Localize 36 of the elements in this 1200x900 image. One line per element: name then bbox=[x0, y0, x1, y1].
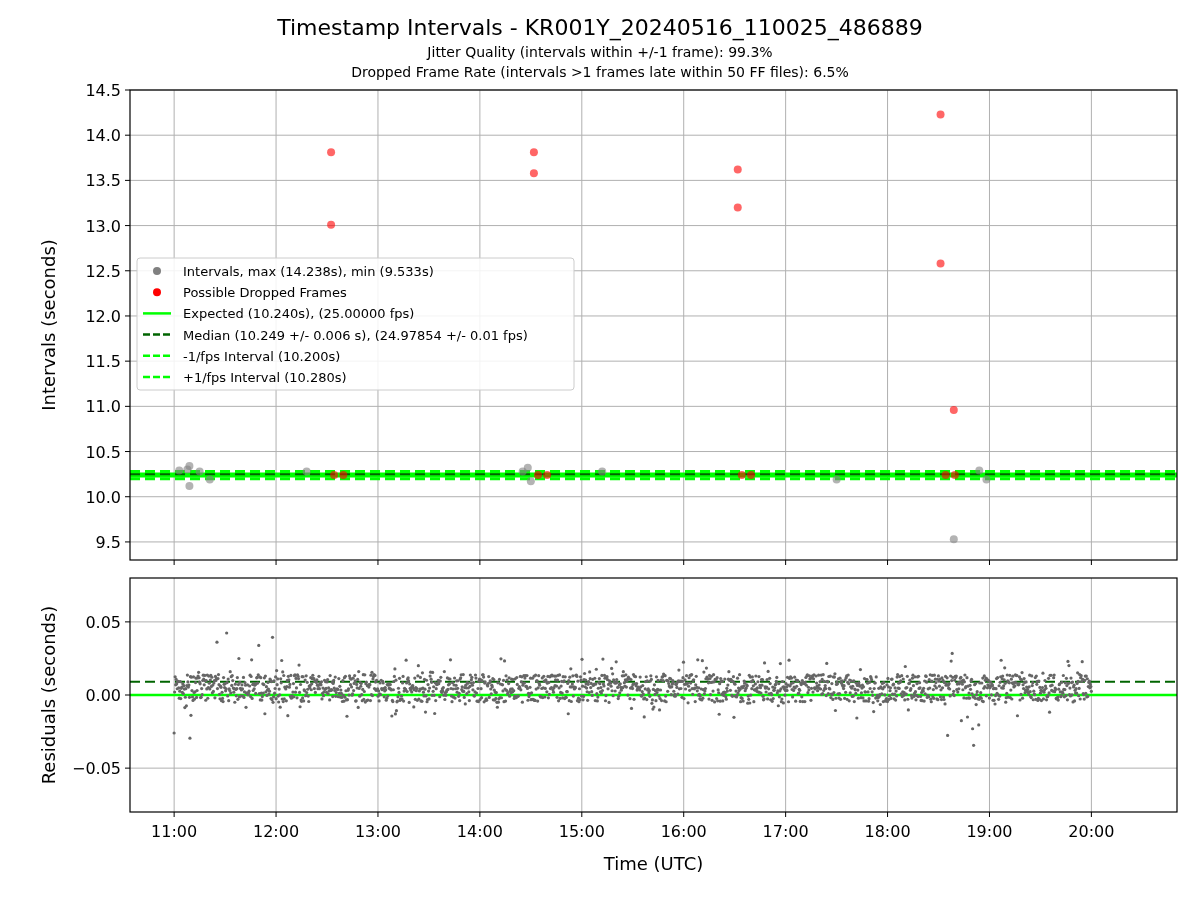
y-tick-label: 11.5 bbox=[85, 352, 121, 372]
x-tick-label: 13:00 bbox=[354, 822, 401, 841]
y-tick-label: 10.5 bbox=[85, 442, 121, 462]
y-tick-label: 11.0 bbox=[85, 397, 121, 417]
legend-label: Intervals, max (14.238s), min (9.533s) bbox=[183, 264, 434, 279]
legend-label: Possible Dropped Frames bbox=[183, 285, 347, 301]
x-tick-label: 11:00 bbox=[151, 822, 198, 841]
y-tick-label: 10.0 bbox=[85, 487, 121, 507]
figure-subtitle: Jitter Quality (intervals within +/-1 frame): 99.3% bbox=[427, 43, 773, 62]
figure-title: Timestamp Intervals - KR001Y_20240516_110025_486889 bbox=[277, 14, 923, 42]
x-tick-label: 16:00 bbox=[660, 822, 707, 841]
y-tick-label: 13.5 bbox=[85, 171, 121, 191]
y-tick-label: 0.05 bbox=[85, 612, 121, 632]
y-tick-label: 14.5 bbox=[85, 81, 121, 100]
x-tick-label: 20:00 bbox=[1068, 822, 1115, 841]
legend-label: -1/fps Interval (10.200s) bbox=[183, 348, 341, 364]
legend-label: Expected (10.240s), (25.00000 fps) bbox=[183, 306, 415, 322]
x-tick-label: 15:00 bbox=[558, 822, 605, 841]
x-tick-label: 17:00 bbox=[762, 822, 809, 841]
y-tick-label: −0.05 bbox=[71, 759, 121, 779]
figure-subtitle: Dropped Frame Rate (intervals >1 frames late within 50 FF files): 6.5% bbox=[351, 63, 849, 82]
x-tick-label: 12:00 bbox=[253, 822, 300, 841]
x-axis-label: Time (UTC) bbox=[603, 853, 704, 874]
y-tick-label: 12.0 bbox=[85, 306, 121, 326]
x-tick-label: 14:00 bbox=[456, 822, 503, 841]
y-tick-label: 0.00 bbox=[85, 686, 121, 705]
y-tick-label: 13.0 bbox=[85, 216, 121, 236]
x-tick-label: 19:00 bbox=[966, 822, 1013, 841]
y-axis-label: Intervals (seconds) bbox=[38, 239, 59, 411]
y-tick-label: 14.0 bbox=[85, 126, 121, 146]
y-axis-label: Residuals (seconds) bbox=[38, 605, 59, 785]
legend-label: Median (10.249 +/- 0.006 s), (24.97854 +/- 0.01 fps) bbox=[183, 327, 528, 343]
x-tick-label: 18:00 bbox=[864, 822, 911, 841]
y-tick-label: 9.5 bbox=[95, 532, 121, 552]
y-tick-label: 12.5 bbox=[85, 261, 121, 281]
legend-label: +1/fps Interval (10.280s) bbox=[183, 370, 347, 385]
